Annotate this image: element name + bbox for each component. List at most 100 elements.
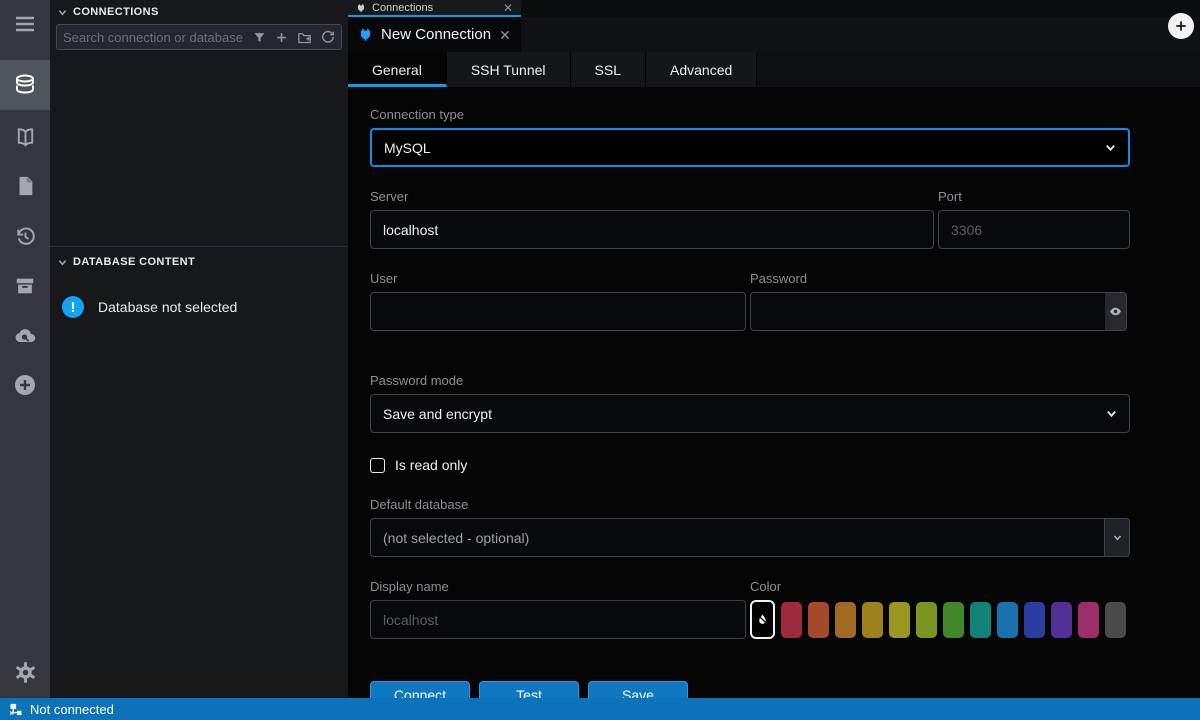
color-swatch[interactable] [1078,602,1099,638]
archive-icon[interactable] [0,261,50,311]
password-mode-label: Password mode [370,373,1200,388]
chevron-down-icon [1113,533,1122,542]
default-database-label: Default database [370,497,1200,512]
color-swatch[interactable] [808,602,829,638]
test-button[interactable]: Test [479,681,579,698]
add-folder-icon[interactable] [297,30,312,45]
color-swatches [750,600,1130,639]
plug-icon [358,27,373,42]
server-field-box [370,210,934,249]
display-name-field-box [370,600,746,639]
password-field-box [750,292,1105,331]
default-database-combo: (not selected - optional) [370,518,1130,557]
plus-icon[interactable] [275,31,288,44]
color-swatch[interactable] [781,602,802,638]
port-field-box [938,210,1130,249]
save-button[interactable]: Save [588,681,688,698]
main-area: Connections ✕ New Connection ✕ General S… [348,0,1200,698]
close-icon[interactable]: ✕ [503,2,513,14]
status-text: Not connected [30,702,114,717]
info-icon: ! [62,296,84,318]
default-database-dropdown-button[interactable] [1105,518,1130,557]
not-connected-icon [8,702,23,717]
tab-ssh-tunnel[interactable]: SSH Tunnel [447,52,571,87]
port-input[interactable] [951,211,1117,248]
password-input[interactable] [763,293,1093,330]
server-label: Server [370,189,934,204]
chevron-down-icon [58,258,67,267]
user-input[interactable] [383,293,733,330]
database-content-header[interactable]: DATABASE CONTENT [50,250,348,272]
default-database-value-box[interactable]: (not selected - optional) [370,518,1105,557]
chevron-down-icon [1106,408,1117,419]
database-content-title: DATABASE CONTENT [73,256,195,268]
refresh-icon[interactable] [321,30,335,44]
connection-type-select[interactable]: MySQL [370,128,1130,167]
connection-search-bar [56,24,342,50]
color-swatch[interactable] [1105,602,1126,638]
database-icon[interactable] [0,60,50,110]
color-swatch[interactable] [889,602,910,638]
show-password-button[interactable] [1105,292,1127,331]
cloud-search-icon[interactable] [0,311,50,361]
search-toolbar [253,30,335,45]
chevron-down-icon [58,8,67,17]
color-swatch[interactable] [943,602,964,638]
activity-bar [0,0,50,698]
default-database-value: (not selected - optional) [383,530,529,546]
tab-label: New Connection [381,26,491,43]
color-off-icon [756,613,769,626]
color-swatch[interactable] [835,602,856,638]
tab-group-label: Connections [372,2,433,14]
color-swatch[interactable] [1024,602,1045,638]
filter-icon[interactable] [253,31,266,44]
tab-group-row: Connections ✕ [348,0,1200,17]
color-swatch[interactable] [970,602,991,638]
display-name-input[interactable] [383,601,733,638]
is-read-only-checkbox[interactable] [370,458,385,473]
tab-advanced[interactable]: Advanced [646,52,757,87]
close-icon[interactable]: ✕ [499,28,511,42]
history-icon[interactable] [0,211,50,261]
tab-new-connection[interactable]: New Connection ✕ [348,17,521,52]
add-tab-button[interactable] [1168,13,1194,39]
eye-icon [1109,305,1122,318]
color-swatch[interactable] [862,602,883,638]
connection-form: Connection type MySQL Server Port [348,87,1200,698]
connection-type-label: Connection type [370,107,1200,122]
menu-icon[interactable] [0,0,50,48]
tab-ssl[interactable]: SSL [571,52,646,87]
book-icon[interactable] [0,112,50,162]
color-label: Color [750,579,1130,594]
search-input[interactable] [63,30,253,45]
read-only-row: Is read only [370,456,1200,474]
connections-panel-header[interactable]: CONNECTIONS [50,0,348,22]
connections-sidebar: CONNECTIONS DATABASE CONTENT ! Database … [50,0,348,698]
status-bar: Not connected [0,698,1200,720]
gear-icon[interactable] [0,647,50,697]
color-swatch[interactable] [1051,602,1072,638]
no-color-button[interactable] [750,600,775,639]
color-swatch[interactable] [916,602,937,638]
plus-circle-icon[interactable] [0,360,50,410]
form-tab-bar: General SSH Tunnel SSL Advanced [348,52,1200,87]
password-field-group [750,292,1127,331]
tab-strip: New Connection ✕ [348,17,1200,52]
user-field-box [370,292,746,331]
password-label: Password [750,271,1130,286]
tab-general[interactable]: General [348,52,447,87]
user-label: User [370,271,746,286]
password-mode-select[interactable]: Save and encrypt [370,394,1130,433]
display-name-label: Display name [370,579,746,594]
server-input[interactable] [383,211,921,248]
password-mode-value: Save and encrypt [383,406,492,422]
port-label: Port [938,189,1130,204]
connection-type-value: MySQL [384,140,431,156]
connect-button[interactable]: Connect [370,681,470,698]
file-icon[interactable] [0,161,50,211]
panel-divider [50,246,348,247]
connections-panel-title: CONNECTIONS [73,6,159,18]
tab-group-connections[interactable]: Connections ✕ [348,0,521,17]
is-read-only-label: Is read only [395,457,467,473]
color-swatch[interactable] [997,602,1018,638]
